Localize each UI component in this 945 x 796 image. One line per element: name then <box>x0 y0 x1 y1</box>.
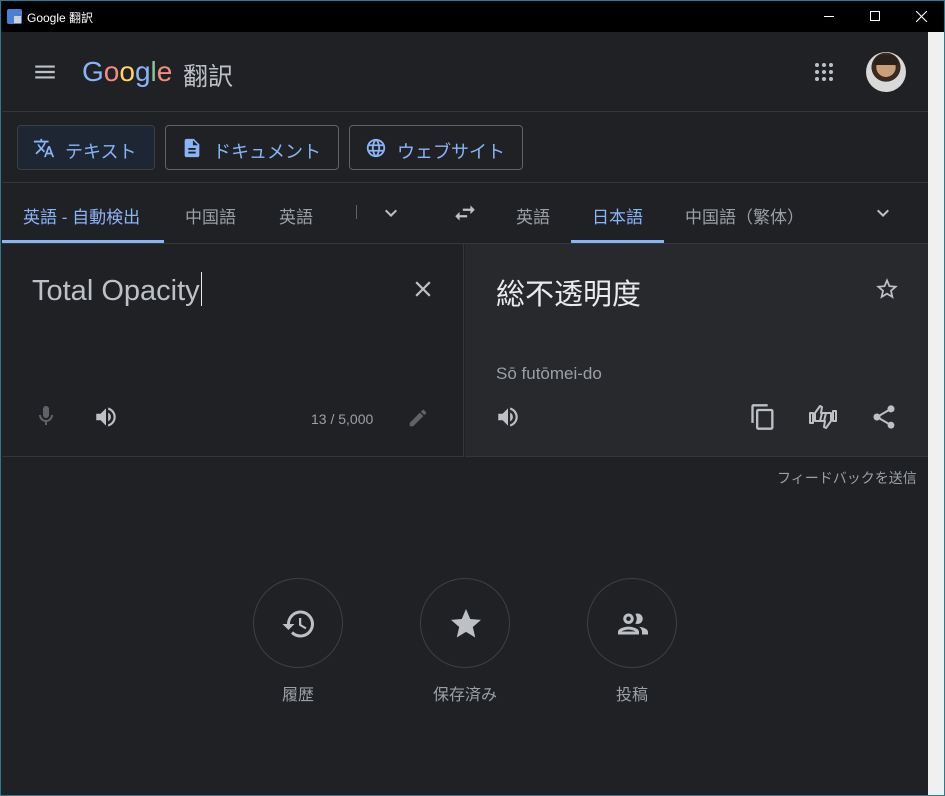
maximize-button[interactable] <box>852 1 898 32</box>
divider <box>356 205 357 219</box>
logo-letter: o <box>119 56 135 87</box>
minimize-icon <box>824 16 834 17</box>
copy-icon <box>751 404 774 430</box>
swap-languages-button[interactable] <box>452 200 478 226</box>
target-lang-more-button[interactable] <box>871 201 895 225</box>
source-active-indicator <box>2 240 164 243</box>
character-counter: 13 / 5,000 <box>311 411 374 427</box>
mode-label: テキスト <box>65 142 137 162</box>
google-apps-button[interactable] <box>812 60 836 84</box>
save-translation-button[interactable] <box>874 276 900 302</box>
maximize-icon <box>870 11 880 21</box>
star-outline-icon <box>876 278 898 299</box>
source-text: Total Opacity <box>32 275 200 307</box>
document-icon <box>184 138 200 158</box>
text-mode-button[interactable]: テキスト <box>17 125 155 170</box>
title-bar: Google 翻訳 <box>1 1 944 32</box>
translation-text: 総不透明度 <box>496 279 642 311</box>
saved-action[interactable]: 保存済み <box>415 578 515 705</box>
rate-translation-button[interactable] <box>807 403 839 431</box>
language-bar: 英語 - 自動検出 中国語 英語 英語 日本語 中国語（繁体） <box>2 183 928 244</box>
chevron-down-icon <box>877 209 889 217</box>
main-menu-button[interactable] <box>32 59 58 85</box>
target-lang-english[interactable]: 英語 <box>516 203 550 228</box>
target-panel: 総不透明度 Sō futōmei-do <box>465 244 928 457</box>
target-active-indicator <box>571 240 664 243</box>
menu-icon <box>35 65 55 79</box>
contribute-label: 投稿 <box>615 687 648 704</box>
target-lang-japanese[interactable]: 日本語 <box>592 203 643 228</box>
handwriting-button[interactable] <box>407 407 429 429</box>
app-header: Google 翻訳 <box>2 32 928 112</box>
contribute-action[interactable]: 投稿 <box>582 578 682 705</box>
apps-grid-icon <box>815 63 833 81</box>
close-button[interactable] <box>898 1 944 32</box>
close-icon <box>415 281 431 297</box>
close-icon <box>916 11 927 22</box>
source-lang-chinese[interactable]: 中国語 <box>185 203 236 228</box>
logo-letter: o <box>103 56 120 87</box>
people-icon <box>618 613 648 635</box>
speaker-icon <box>498 407 518 427</box>
saved-button[interactable] <box>420 578 510 668</box>
history-button[interactable] <box>253 578 343 668</box>
google-logo[interactable]: Google <box>82 56 172 88</box>
logo-letter: e <box>156 56 173 87</box>
target-lang-chinese-traditional[interactable]: 中国語（繁体） <box>685 203 804 228</box>
listen-translation-button[interactable] <box>495 404 521 430</box>
swap-icon <box>455 205 475 221</box>
clear-source-button[interactable] <box>410 276 436 302</box>
pencil-icon <box>409 409 427 427</box>
star-icon <box>451 609 481 638</box>
product-name: 翻訳 <box>183 63 234 91</box>
app-icon <box>7 9 22 24</box>
document-mode-button[interactable]: ドキュメント <box>165 125 339 170</box>
mode-selector: テキスト ドキュメント ウェブサイト <box>2 112 928 183</box>
source-lang-more-button[interactable] <box>379 201 403 225</box>
window-title: Google 翻訳 <box>27 11 94 25</box>
mode-label: ドキュメント <box>213 142 321 162</box>
history-icon <box>282 610 314 638</box>
saved-label: 保存済み <box>432 687 497 704</box>
text-caret <box>200 272 202 306</box>
share-translation-button[interactable] <box>870 403 898 431</box>
globe-icon <box>366 138 386 158</box>
thumbs-rate-icon <box>809 405 837 429</box>
translate-icon <box>33 138 55 158</box>
mode-label: ウェブサイト <box>397 142 505 162</box>
share-icon <box>873 405 895 429</box>
speaker-icon <box>96 407 116 427</box>
logo-letter: g <box>134 56 151 87</box>
history-action[interactable]: 履歴 <box>248 578 348 705</box>
source-lang-english[interactable]: 英語 <box>279 203 313 228</box>
romanization: Sō futōmei-do <box>496 364 602 383</box>
listen-source-button[interactable] <box>93 404 119 430</box>
microphone-icon <box>39 406 53 425</box>
source-panel: Total Opacity 13 / 5,000 <box>2 244 464 457</box>
copy-translation-button[interactable] <box>749 403 777 431</box>
account-avatar[interactable] <box>866 52 906 92</box>
source-text-input[interactable]: Total Opacity <box>32 272 202 308</box>
chevron-down-icon <box>385 209 397 217</box>
history-label: 履歴 <box>281 687 314 704</box>
logo-letter: G <box>82 56 104 87</box>
send-feedback-link[interactable]: フィードバックを送信 <box>777 468 917 488</box>
contribute-button[interactable] <box>587 578 677 668</box>
source-lang-detect[interactable]: 英語 - 自動検出 <box>23 203 140 228</box>
minimize-button[interactable] <box>806 1 852 32</box>
app-window: Google 翻訳 Google 翻訳 テキスト ドキュメント ウェブサイト 英… <box>0 0 945 796</box>
window-scroll-strip <box>928 32 944 795</box>
website-mode-button[interactable]: ウェブサイト <box>349 125 523 170</box>
voice-input-button[interactable] <box>34 404 58 428</box>
